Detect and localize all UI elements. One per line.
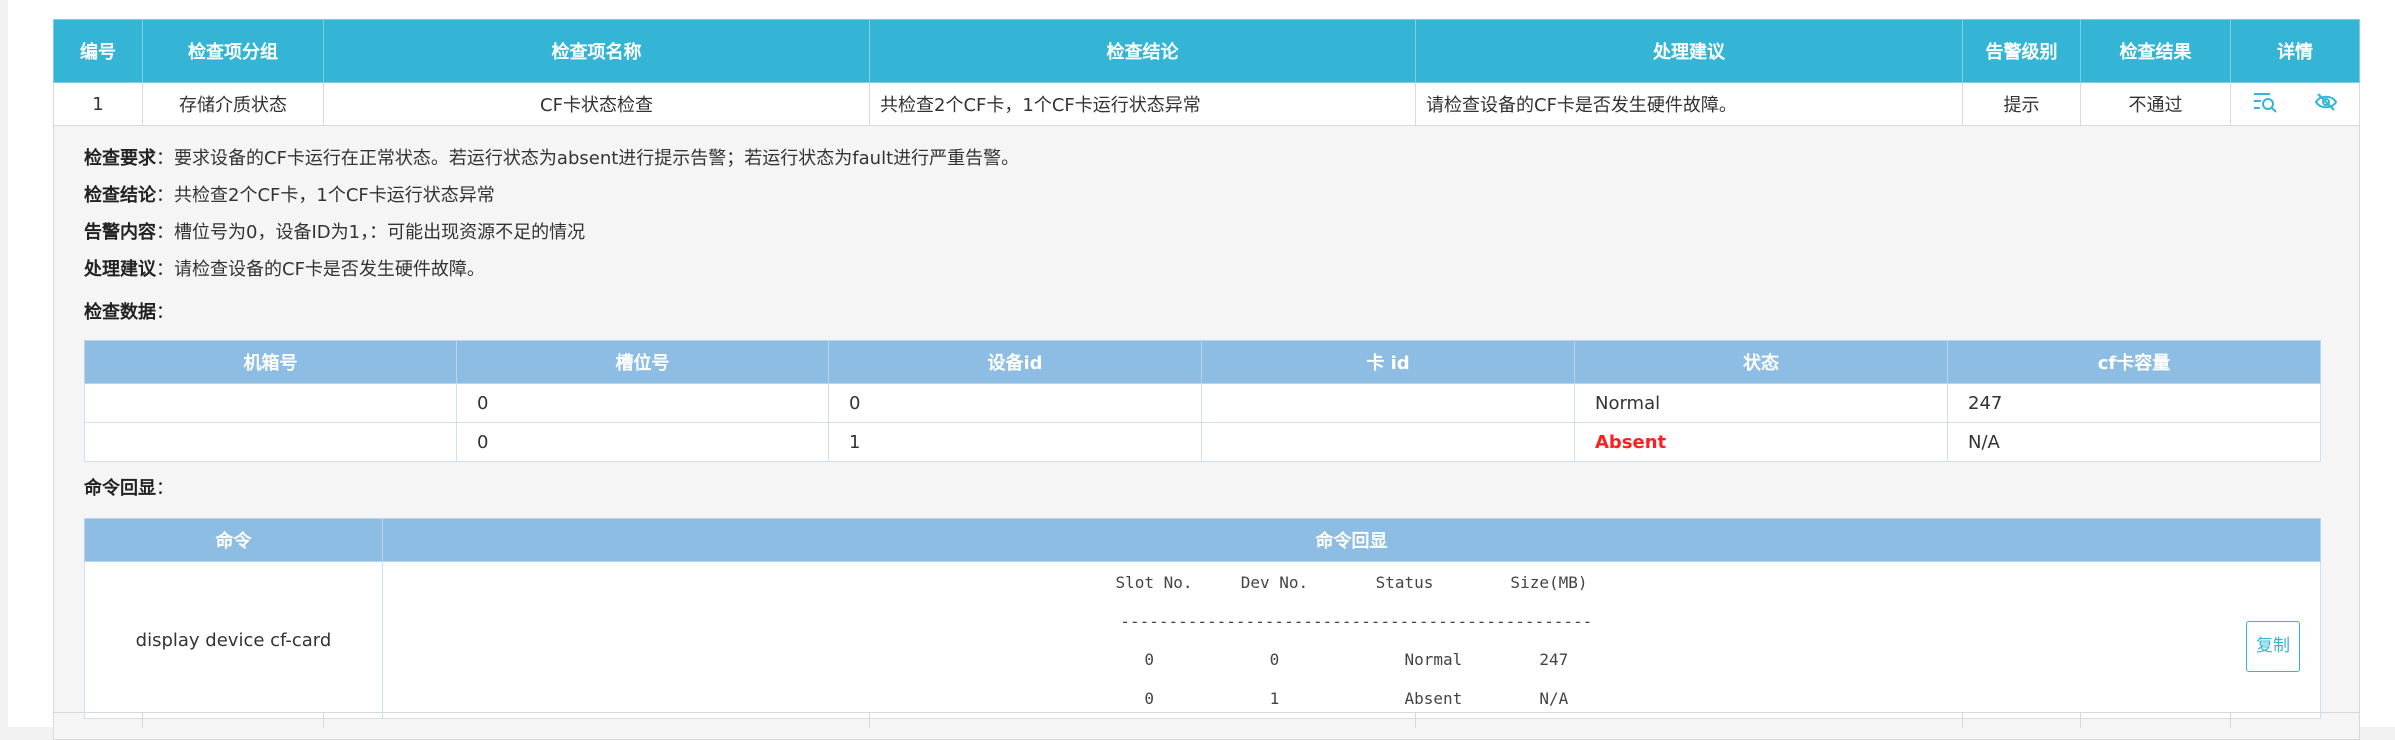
col-header-name[interactable]: 检查项名称 — [323, 19, 870, 83]
check-data-title: 检查数据： — [84, 302, 174, 323]
output-line: Slot No. Dev No. Status Size(MB) — [1115, 573, 1588, 592]
copy-button[interactable]: 复制 — [2246, 621, 2300, 672]
detail-panel: 检查要求：要求设备的CF卡运行在正常状态。若运行状态为absent进行提示告警；… — [53, 125, 2360, 740]
cell-slot: 0 — [456, 383, 829, 423]
check-result-table: 编号 检查项分组 检查项名称 检查结论 处理建议 告警级别 检查结果 详情 1 … — [53, 19, 2360, 740]
row-result-badge: 不通过 — [2080, 82, 2231, 126]
row-advice: 请检查设备的CF卡是否发生硬件故障。 — [1415, 82, 1963, 126]
cell-status: Normal — [1574, 383, 1948, 423]
detail-conclusion: 检查结论：共检查2个CF卡，1个CF卡运行状态异常 — [84, 185, 495, 206]
next-table-row-partial — [53, 712, 2359, 728]
col-header-conclusion[interactable]: 检查结论 — [869, 19, 1416, 83]
col-status: 状态 — [1574, 340, 1948, 384]
check-data-header-row: 机箱号 槽位号 设备id 卡 id 状态 cf卡容量 — [84, 340, 2321, 384]
table-header-row: 编号 检查项分组 检查项名称 检查结论 处理建议 告警级别 检查结果 详情 — [53, 19, 2360, 83]
cell-chassis — [84, 422, 457, 462]
cell-capacity: 247 — [1947, 383, 2321, 423]
row-id: 1 — [53, 82, 143, 126]
col-slot: 槽位号 — [456, 340, 829, 384]
command-echo-table: 命令 命令回显 display device cf-card Slot No. … — [84, 518, 2321, 719]
col-command-output: 命令回显 — [382, 518, 2321, 562]
detail-row: 检查要求：要求设备的CF卡运行在正常状态。若运行状态为absent进行提示告警；… — [53, 125, 2360, 740]
col-card-id: 卡 id — [1201, 340, 1575, 384]
command-header-row: 命令 命令回显 — [84, 518, 2321, 562]
check-data-table: 机箱号 槽位号 设备id 卡 id 状态 cf卡容量 0 0 Normal 24… — [84, 340, 2321, 462]
row-level: 提示 — [1962, 82, 2081, 126]
command-echo-title: 命令回显： — [84, 478, 174, 499]
cell-capacity: N/A — [1947, 422, 2321, 462]
command-output: Slot No. Dev No. Status Size(MB) -------… — [384, 563, 2320, 718]
output-line: ----------------------------------------… — [1110, 611, 1593, 631]
cell-card-id — [1201, 383, 1575, 423]
table-row: display device cf-card Slot No. Dev No. … — [84, 561, 2321, 719]
command-text: display device cf-card — [84, 561, 383, 719]
col-header-level[interactable]: 告警级别 — [1962, 19, 2081, 83]
check-result-table-wrapper: 编号 检查项分组 检查项名称 检查结论 处理建议 告警级别 检查结果 详情 1 … — [53, 19, 2360, 740]
row-detail-actions — [2230, 82, 2360, 126]
cell-slot: 0 — [456, 422, 829, 462]
list-search-icon[interactable] — [2252, 91, 2278, 118]
row-conclusion: 共检查2个CF卡，1个CF卡运行状态异常 — [869, 82, 1416, 126]
col-header-group[interactable]: 检查项分组 — [142, 19, 324, 83]
row-name: CF卡状态检查 — [323, 82, 870, 126]
col-header-result[interactable]: 检查结果 — [2080, 19, 2231, 83]
cell-device-id: 1 — [828, 422, 1202, 462]
detail-requirement: 检查要求：要求设备的CF卡运行在正常状态。若运行状态为absent进行提示告警；… — [84, 148, 1020, 169]
cell-chassis — [84, 383, 457, 423]
table-row: 0 1 Absent N/A — [84, 422, 2321, 462]
cell-device-id: 0 — [828, 383, 1202, 423]
col-header-advice[interactable]: 处理建议 — [1415, 19, 1963, 83]
col-device-id: 设备id — [828, 340, 1202, 384]
detail-advice: 处理建议：请检查设备的CF卡是否发生硬件故障。 — [84, 259, 485, 280]
cell-card-id — [1201, 422, 1575, 462]
command-output-cell: Slot No. Dev No. Status Size(MB) -------… — [382, 561, 2321, 719]
table-row[interactable]: 1 存储介质状态 CF卡状态检查 共检查2个CF卡，1个CF卡运行状态异常 请检… — [53, 82, 2360, 126]
table-row: 0 0 Normal 247 — [84, 383, 2321, 423]
col-chassis: 机箱号 — [84, 340, 457, 384]
col-capacity: cf卡容量 — [1947, 340, 2321, 384]
col-command: 命令 — [84, 518, 383, 562]
output-line: 0 0 Normal 247 — [1134, 650, 1569, 669]
row-group: 存储介质状态 — [142, 82, 324, 126]
eye-off-icon[interactable] — [2314, 92, 2338, 117]
col-header-detail[interactable]: 详情 — [2230, 19, 2360, 83]
col-header-id[interactable]: 编号 — [53, 19, 143, 83]
cell-status: Absent — [1574, 422, 1948, 462]
detail-alarm: 告警内容：槽位号为0，设备ID为1，：可能出现资源不足的情况 — [84, 222, 586, 243]
